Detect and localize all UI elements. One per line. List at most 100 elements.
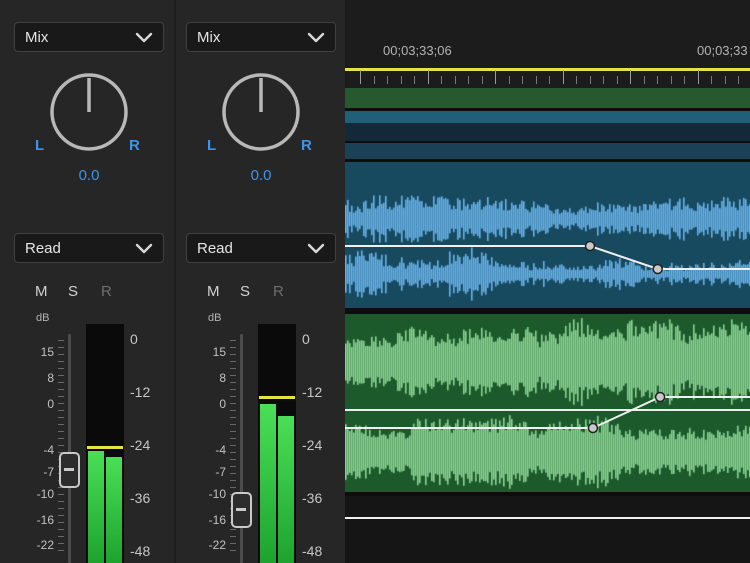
- ruler-tick: [671, 76, 672, 84]
- fader-tick-marks: [58, 340, 64, 557]
- automation-mode-value: Read: [197, 240, 233, 257]
- audio-track-a2[interactable]: [345, 314, 750, 492]
- fader-rail[interactable]: [240, 334, 243, 563]
- timeline-clip-bar[interactable]: [345, 111, 750, 123]
- fader-scale-label: -22: [180, 538, 226, 552]
- solo-button[interactable]: S: [68, 283, 78, 300]
- ruler-tick: [468, 76, 469, 84]
- meter-bar-left: [88, 451, 104, 563]
- audio-track-a3[interactable]: [345, 496, 750, 563]
- fader-scale-label: 0: [8, 397, 54, 411]
- meter-scale-label: -12: [130, 384, 150, 400]
- pan-value[interactable]: 0.0: [8, 167, 170, 184]
- fader-scale-label: 8: [8, 371, 54, 385]
- fader-scale-label: 15: [8, 345, 54, 359]
- mixer-channel-1: Mix L R 0.0 Read M S R dB 1580-4-: [8, 0, 172, 563]
- ruler-tick: [630, 70, 631, 84]
- fader-handle[interactable]: [231, 492, 252, 528]
- keyframe[interactable]: [653, 265, 662, 274]
- volume-rubber-band[interactable]: [345, 162, 750, 308]
- timeline-clip-bar[interactable]: [345, 123, 750, 141]
- ruler-tick: [617, 76, 618, 84]
- meter-scale-label: 0: [130, 331, 138, 347]
- ruler-tick: [684, 76, 685, 84]
- meter-bar-right: [106, 457, 122, 563]
- keyframe[interactable]: [588, 424, 597, 433]
- db-unit-label: dB: [208, 312, 221, 324]
- automation-mode-dropdown[interactable]: Read: [14, 233, 164, 263]
- meter-scale-label: -24: [130, 437, 150, 453]
- ruler-tick: [522, 76, 523, 84]
- ruler-tick: [738, 76, 739, 84]
- db-unit-label: dB: [36, 312, 49, 324]
- meter-scale-label: -36: [130, 490, 150, 506]
- ruler-tick: [603, 76, 604, 84]
- meter-bar-right: [278, 416, 294, 563]
- ruler-tick: [401, 76, 402, 84]
- timeline-ruler[interactable]: 00;03;33;06 00;03;33: [345, 0, 750, 88]
- fader-scale-label: -4: [180, 443, 226, 457]
- pan-knob[interactable]: [219, 70, 303, 154]
- pan-knob[interactable]: [47, 70, 131, 154]
- timeline-clip-bar[interactable]: [345, 143, 750, 159]
- fader-grip-line: [236, 508, 246, 511]
- meter-scale-label: -48: [130, 543, 150, 559]
- ruler-tick: [509, 76, 510, 84]
- fader-scale-label: -7: [8, 465, 54, 479]
- keyframe[interactable]: [656, 393, 665, 402]
- fader-grip-line: [64, 468, 74, 471]
- output-assign-value: Mix: [25, 29, 48, 46]
- ruler-tick: [482, 76, 483, 84]
- ruler-tick: [590, 76, 591, 84]
- keyframe[interactable]: [586, 242, 595, 251]
- fader-scale-label: -7: [180, 465, 226, 479]
- automation-mode-dropdown[interactable]: Read: [186, 233, 336, 263]
- ruler-tick: [725, 76, 726, 84]
- pan-right-label: R: [301, 137, 312, 154]
- audio-mixer-workspace: Mix L R 0.0 Read M S R dB 1580-4-: [0, 0, 750, 563]
- timecode: 00;03;33;06: [383, 43, 452, 58]
- output-assign-dropdown[interactable]: Mix: [14, 22, 164, 52]
- fader-scale-label: -10: [180, 487, 226, 501]
- ruler-tick: [549, 76, 550, 84]
- fader-scale-label: -4: [8, 443, 54, 457]
- mute-button[interactable]: M: [35, 283, 48, 300]
- solo-button[interactable]: S: [240, 283, 250, 300]
- fader-scale-label: 8: [180, 371, 226, 385]
- audio-track-a1[interactable]: [345, 162, 750, 308]
- pan-value[interactable]: 0.0: [180, 167, 342, 184]
- automation-mode-value: Read: [25, 240, 61, 257]
- volume-rubber-band[interactable]: [345, 496, 750, 563]
- output-assign-value: Mix: [197, 29, 220, 46]
- record-arm-button[interactable]: R: [101, 283, 112, 300]
- output-assign-dropdown[interactable]: Mix: [186, 22, 336, 52]
- fader-rail[interactable]: [68, 334, 71, 563]
- chevron-down-icon: [307, 243, 325, 254]
- fader-scale-label: -22: [8, 538, 54, 552]
- ruler-tick: [563, 70, 564, 84]
- ruler-tick: [387, 76, 388, 84]
- mute-button[interactable]: M: [207, 283, 220, 300]
- channel-divider: [174, 0, 176, 563]
- ruler-tick: [360, 70, 361, 84]
- fader-scale-label: -16: [180, 513, 226, 527]
- ruler-tick: [657, 76, 658, 84]
- record-arm-button[interactable]: R: [273, 283, 284, 300]
- meter-bar-left: [260, 404, 276, 563]
- ruler-tick: [576, 76, 577, 84]
- ruler-tick: [711, 76, 712, 84]
- fader-scale-label: -10: [8, 487, 54, 501]
- meter-scale-label: 0: [302, 331, 310, 347]
- ruler-tick: [428, 70, 429, 84]
- timeline-clip-bar[interactable]: [345, 88, 750, 108]
- ruler-tick: [644, 76, 645, 84]
- volume-rubber-band[interactable]: [345, 314, 750, 492]
- level-meter: [258, 324, 296, 563]
- work-area-bar: [345, 68, 750, 71]
- ruler-tick: [414, 76, 415, 84]
- fader-scale-label: 0: [180, 397, 226, 411]
- ruler-tick: [495, 70, 496, 84]
- ruler-tick: [698, 70, 699, 84]
- ruler-tick: [455, 76, 456, 84]
- fader-handle[interactable]: [59, 452, 80, 488]
